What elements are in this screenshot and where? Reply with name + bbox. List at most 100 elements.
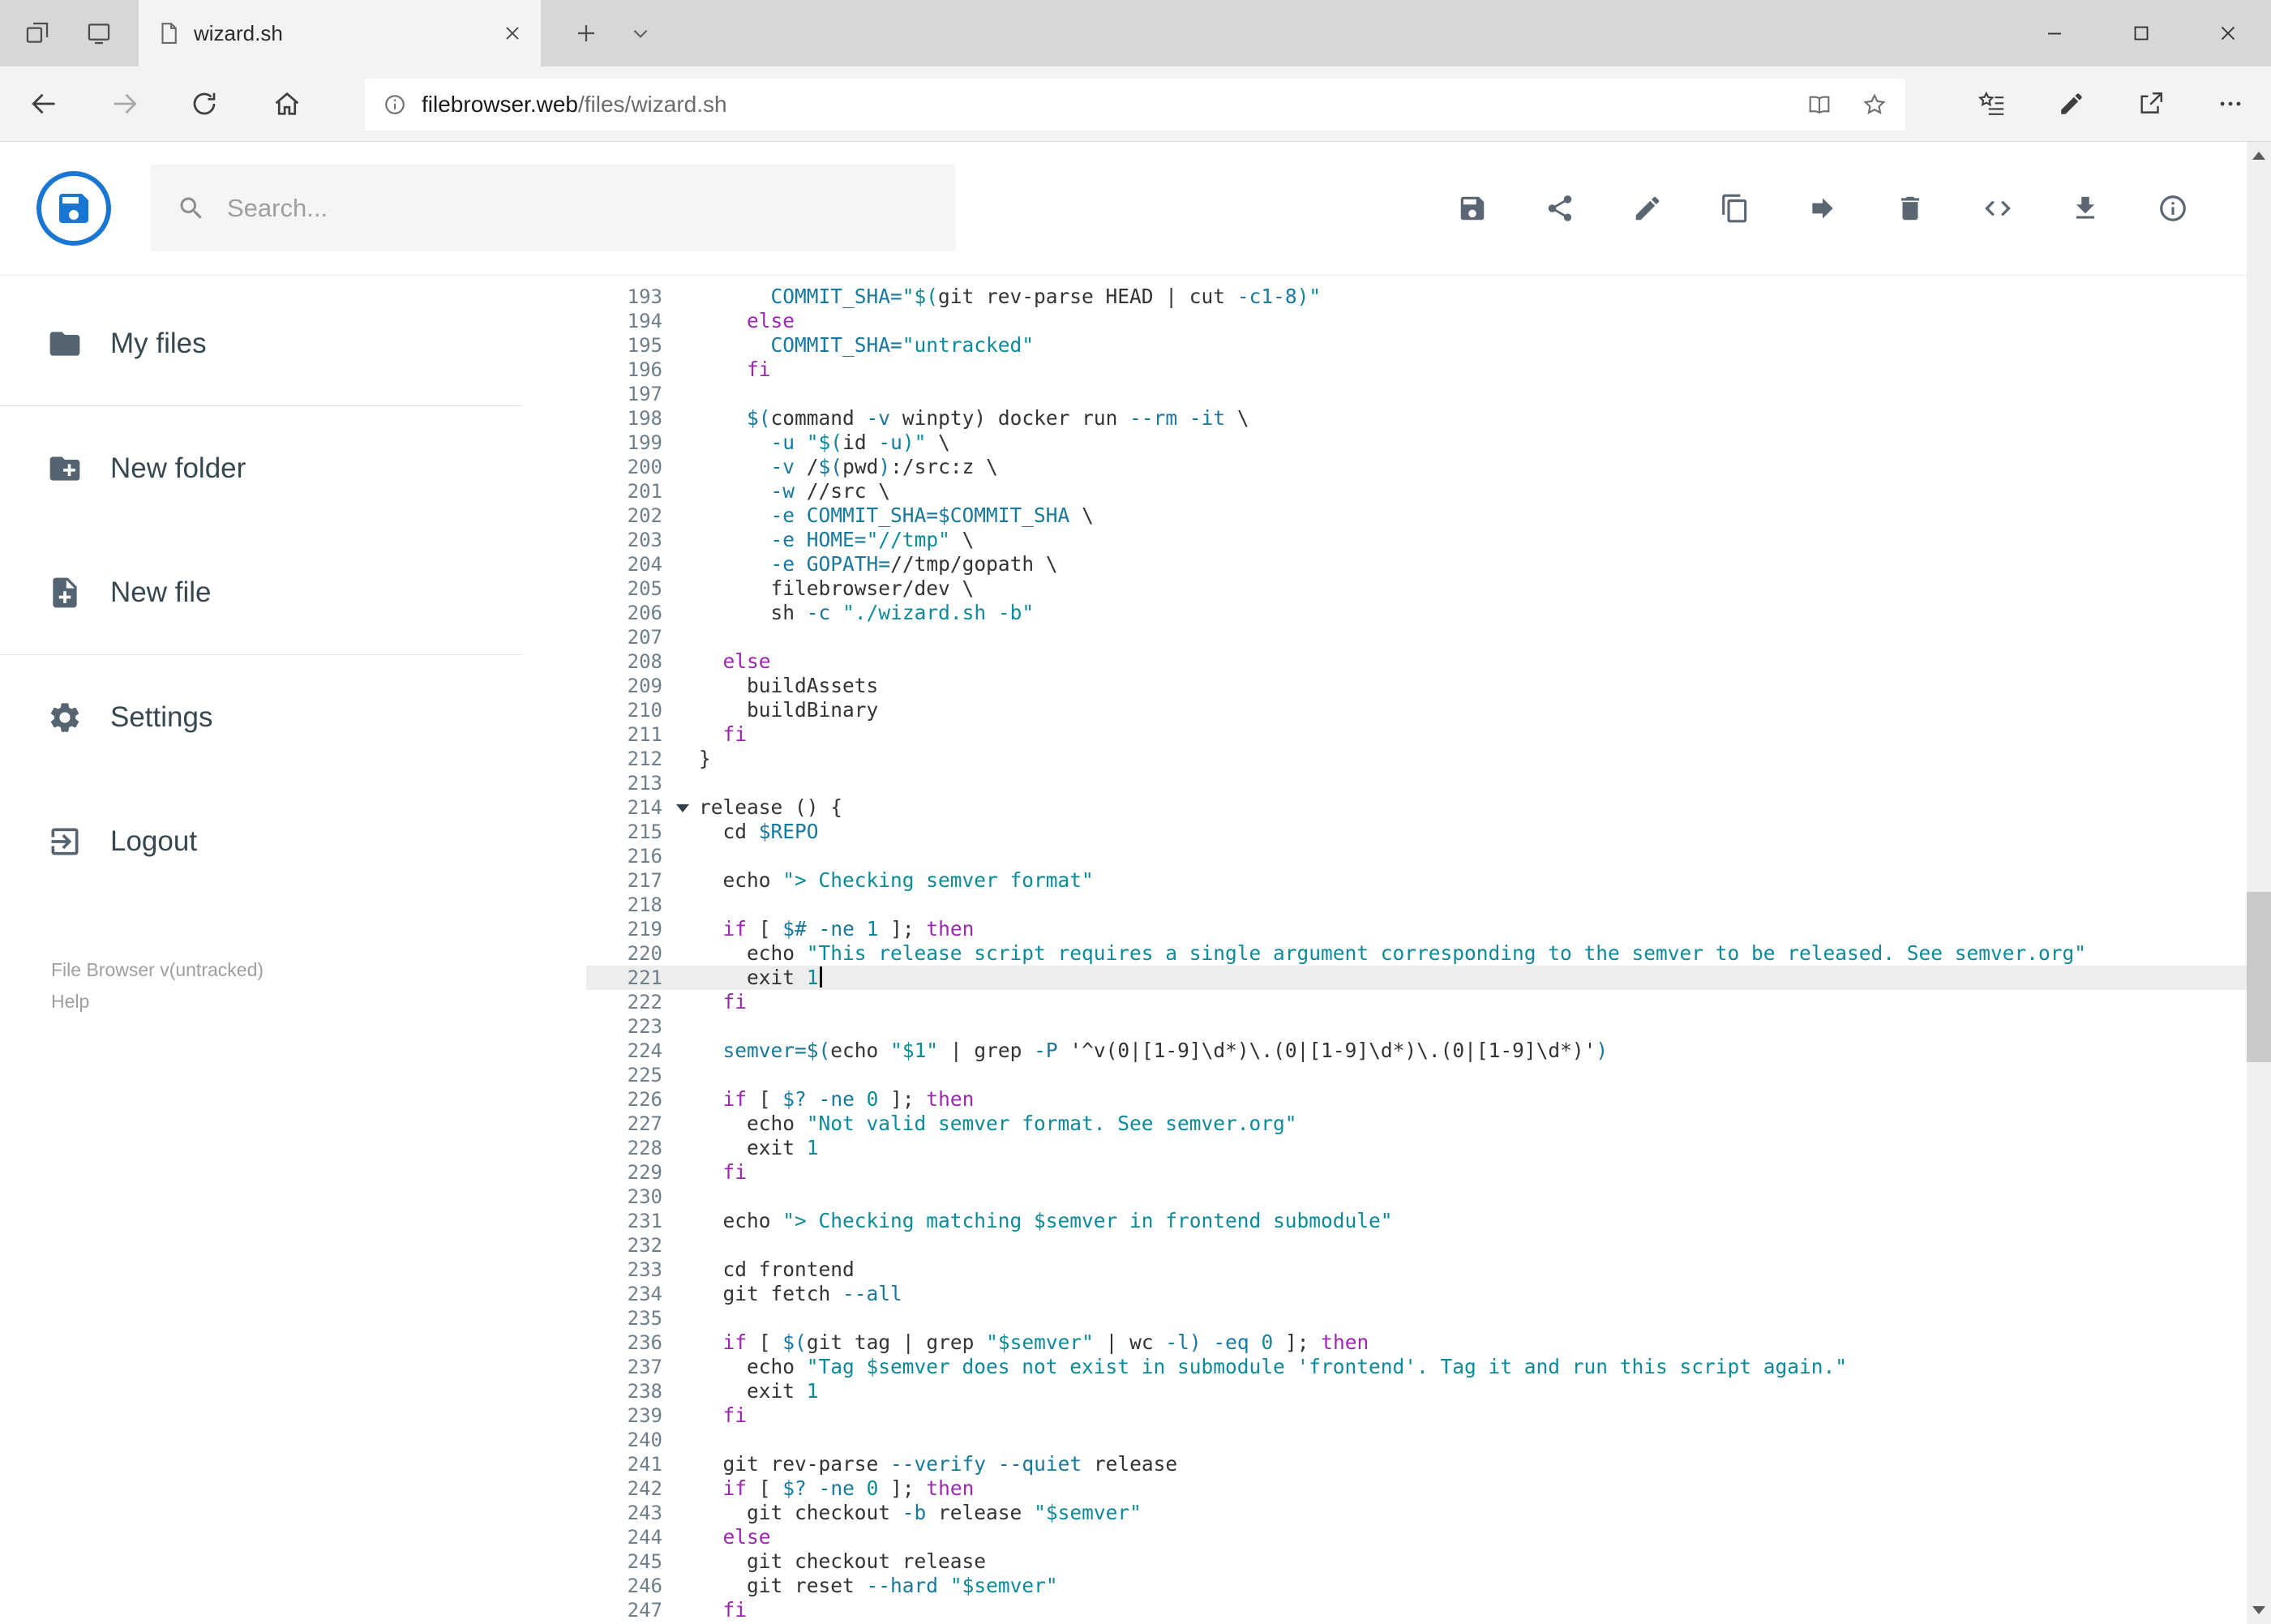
code-line[interactable]: 220 echo "This release script requires a…: [586, 941, 2247, 966]
code-line[interactable]: 197: [586, 382, 2247, 406]
code-line[interactable]: 203 -e HOME="//tmp" \: [586, 528, 2247, 552]
tab-close-icon[interactable]: [502, 23, 523, 44]
code-line[interactable]: 235: [586, 1306, 2247, 1330]
code-line[interactable]: 208 else: [586, 649, 2247, 674]
info-button[interactable]: [2157, 193, 2188, 224]
code-line[interactable]: 201 -w //src \: [586, 479, 2247, 503]
code-line[interactable]: 226 if [ $? -ne 0 ]; then: [586, 1087, 2247, 1112]
code-line[interactable]: 225: [586, 1063, 2247, 1087]
code-line[interactable]: 218: [586, 893, 2247, 917]
back-button[interactable]: [16, 66, 71, 141]
code-line[interactable]: 214 release () {: [586, 795, 2247, 820]
code-line[interactable]: 204 -e GOPATH=//tmp/gopath \: [586, 552, 2247, 576]
tab-preview-button[interactable]: [76, 0, 122, 66]
maximize-button[interactable]: [2097, 0, 2184, 66]
scroll-up-button[interactable]: [2247, 142, 2271, 169]
code-line[interactable]: 240: [586, 1428, 2247, 1452]
code-editor[interactable]: 193 COMMIT_SHA="$(git rev-parse HEAD | c…: [586, 275, 2247, 1624]
code-line[interactable]: 221 exit 1: [586, 966, 2247, 990]
delete-button[interactable]: [1895, 193, 1926, 224]
code-line[interactable]: 205 filebrowser/dev \: [586, 576, 2247, 601]
code-line[interactable]: 215 cd $REPO: [586, 820, 2247, 844]
code-line[interactable]: 237 echo "Tag $semver does not exist in …: [586, 1355, 2247, 1379]
code-line[interactable]: 196 fi: [586, 358, 2247, 382]
code-line[interactable]: 234 git fetch --all: [586, 1282, 2247, 1306]
code-line[interactable]: 194 else: [586, 309, 2247, 333]
code-line[interactable]: 209 buildAssets: [586, 674, 2247, 698]
sidebar-item-logout[interactable]: Logout: [0, 779, 586, 903]
search-input[interactable]: [227, 193, 930, 223]
address-bar[interactable]: filebrowser.web/files/wizard.sh: [365, 79, 1905, 131]
code-line[interactable]: 195 COMMIT_SHA="untracked": [586, 333, 2247, 358]
page-scrollbar[interactable]: [2247, 142, 2271, 1624]
code-line[interactable]: 245 git checkout release: [586, 1549, 2247, 1574]
more-options-button[interactable]: [2217, 90, 2244, 118]
code-line[interactable]: 193 COMMIT_SHA="$(git rev-parse HEAD | c…: [586, 285, 2247, 309]
code-line[interactable]: 210 buildBinary: [586, 698, 2247, 722]
code-line[interactable]: 236 if [ $(git tag | grep "$semver" | wc…: [586, 1330, 2247, 1355]
code-line[interactable]: 227 echo "Not valid semver format. See s…: [586, 1112, 2247, 1136]
code-line[interactable]: 198 $(command -v winpty) docker run --rm…: [586, 406, 2247, 431]
search-box[interactable]: [151, 165, 956, 251]
code-line[interactable]: 217 echo "> Checking semver format": [586, 868, 2247, 893]
code-line[interactable]: 200 -v /$(pwd):/src:z \: [586, 455, 2247, 479]
home-button[interactable]: [259, 66, 315, 141]
help-link[interactable]: Help: [51, 986, 264, 1018]
code-line[interactable]: 212}: [586, 747, 2247, 771]
app-logo[interactable]: [36, 171, 111, 246]
code-line[interactable]: 202 -e COMMIT_SHA=$COMMIT_SHA \: [586, 503, 2247, 528]
code-view-button[interactable]: [1982, 193, 2013, 224]
scroll-thumb[interactable]: [2247, 892, 2271, 1062]
copy-button[interactable]: [1720, 193, 1750, 224]
code-line[interactable]: 242 if [ $? -ne 0 ]; then: [586, 1476, 2247, 1501]
code-line[interactable]: 206 sh -c "./wizard.sh -b": [586, 601, 2247, 625]
save-button[interactable]: [1457, 193, 1488, 224]
code-line[interactable]: 211 fi: [586, 722, 2247, 747]
reading-view-button[interactable]: [1806, 92, 1832, 118]
sidebar-item-new-folder[interactable]: New folder: [0, 406, 586, 530]
code-line[interactable]: 238 exit 1: [586, 1379, 2247, 1403]
code-line[interactable]: 243 git checkout -b release "$semver": [586, 1501, 2247, 1525]
code-line[interactable]: 230: [586, 1185, 2247, 1209]
refresh-button[interactable]: [177, 66, 232, 141]
code-line[interactable]: 224 semver=$(echo "$1" | grep -P '^v(0|[…: [586, 1039, 2247, 1063]
site-info-icon[interactable]: [383, 92, 407, 117]
code-line[interactable]: 232: [586, 1233, 2247, 1258]
fold-marker-icon[interactable]: [676, 804, 689, 812]
download-button[interactable]: [2070, 193, 2101, 224]
code-line[interactable]: 233 cd frontend: [586, 1258, 2247, 1282]
code-line[interactable]: 244 else: [586, 1525, 2247, 1549]
code-line[interactable]: 228 exit 1: [586, 1136, 2247, 1160]
code-line[interactable]: 216: [586, 844, 2247, 868]
set-tabs-aside-button[interactable]: [15, 0, 60, 66]
rename-button[interactable]: [1632, 193, 1663, 224]
new-tab-button[interactable]: [562, 0, 611, 66]
code-line[interactable]: 231 echo "> Checking matching $semver in…: [586, 1209, 2247, 1233]
sidebar-item-new-file[interactable]: New file: [0, 530, 586, 654]
share-button[interactable]: [1545, 193, 1575, 224]
code-line[interactable]: 229 fi: [586, 1160, 2247, 1185]
move-button[interactable]: [1807, 193, 1838, 224]
sidebar-item-my-files[interactable]: My files: [0, 281, 586, 405]
code-line[interactable]: 199 -u "$(id -u)" \: [586, 431, 2247, 455]
code-line[interactable]: 213: [586, 771, 2247, 795]
forward-button[interactable]: [97, 66, 152, 141]
sidebar-item-settings[interactable]: Settings: [0, 655, 586, 779]
code-line[interactable]: 219 if [ $# -ne 1 ]; then: [586, 917, 2247, 941]
minimize-button[interactable]: [2011, 0, 2097, 66]
code-line[interactable]: 247 fi: [586, 1598, 2247, 1622]
tab-list-chevron-button[interactable]: [618, 0, 663, 66]
web-note-pen-button[interactable]: [2058, 90, 2085, 118]
browser-tab[interactable]: wizard.sh: [139, 0, 541, 66]
share-page-button[interactable]: [2137, 90, 2165, 118]
code-line[interactable]: 246 git reset --hard "$semver": [586, 1574, 2247, 1598]
code-line[interactable]: 223: [586, 1014, 2247, 1039]
scroll-down-button[interactable]: [2247, 1596, 2271, 1624]
hub-button[interactable]: [1978, 90, 2006, 118]
close-button[interactable]: [2184, 0, 2271, 66]
code-line[interactable]: 241 git rev-parse --verify --quiet relea…: [586, 1452, 2247, 1476]
code-line[interactable]: 239 fi: [586, 1403, 2247, 1428]
favorite-star-button[interactable]: [1862, 92, 1888, 118]
code-line[interactable]: 207: [586, 625, 2247, 649]
code-line[interactable]: 222 fi: [586, 990, 2247, 1014]
